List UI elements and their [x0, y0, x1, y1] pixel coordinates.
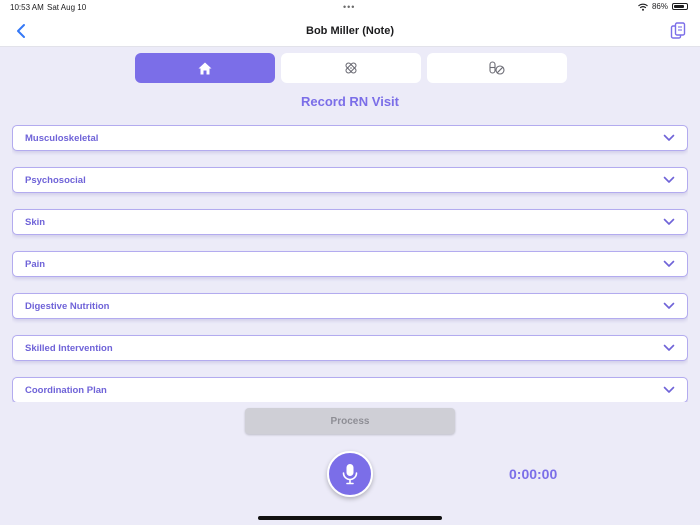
- status-indicators: 86%: [638, 2, 688, 11]
- section-psychosocial[interactable]: Psychosocial: [12, 167, 688, 193]
- process-button[interactable]: Process: [245, 408, 455, 434]
- chevron-down-icon: [663, 176, 675, 183]
- chevron-down-icon: [663, 134, 675, 141]
- section-label: Skilled Intervention: [25, 342, 113, 354]
- section-coordination-plan[interactable]: Coordination Plan: [12, 377, 688, 402]
- nav-title: Bob Miller (Note): [306, 25, 394, 37]
- section-label: Psychosocial: [25, 174, 86, 186]
- section-pain[interactable]: Pain: [12, 251, 688, 277]
- section-musculoskeletal[interactable]: Musculoskeletal: [12, 125, 688, 151]
- nav-bar: Bob Miller (Note): [0, 16, 700, 47]
- bandage-icon: [345, 62, 357, 74]
- chevron-down-icon: [663, 260, 675, 267]
- recording-timer: 0:00:00: [509, 466, 558, 482]
- clipboard-copy-icon[interactable]: [670, 22, 686, 40]
- chevron-down-icon: [663, 218, 675, 225]
- pills-icon: [489, 61, 505, 75]
- section-digestive-nutrition[interactable]: Digestive Nutrition: [12, 293, 688, 319]
- segment-tabs: [135, 53, 567, 83]
- battery-fill: [674, 5, 684, 8]
- record-button[interactable]: [327, 451, 373, 497]
- multitasking-dots[interactable]: •••: [343, 2, 355, 12]
- section-label: Skin: [25, 216, 46, 228]
- tab-wound[interactable]: [281, 53, 421, 83]
- home-icon: [198, 62, 212, 74]
- section-skin[interactable]: Skin: [12, 209, 688, 235]
- section-skilled-intervention[interactable]: Skilled Intervention: [12, 335, 688, 361]
- section-list[interactable]: Musculoskeletal Psychosocial Skin Pain D…: [12, 125, 688, 402]
- status-bar: 10:53 AM Sat Aug 10 ••• 86%: [0, 0, 700, 16]
- section-label: Musculoskeletal: [25, 132, 99, 144]
- chevron-down-icon: [663, 386, 675, 393]
- status-date: Sat Aug 10: [47, 3, 87, 12]
- home-indicator[interactable]: [258, 516, 442, 520]
- chevron-down-icon: [663, 302, 675, 309]
- section-label: Digestive Nutrition: [25, 300, 110, 312]
- tab-medications[interactable]: [427, 53, 567, 83]
- microphone-icon: [342, 464, 358, 485]
- battery-icon: [672, 3, 688, 10]
- battery-percent: 86%: [651, 2, 668, 11]
- section-label: Coordination Plan: [25, 384, 107, 396]
- section-label: Pain: [25, 258, 46, 270]
- wifi-icon: [638, 3, 648, 11]
- chevron-down-icon: [663, 344, 675, 351]
- page-title: Record RN Visit: [300, 94, 399, 109]
- status-time: 10:53 AM: [10, 3, 44, 12]
- tab-home[interactable]: [135, 53, 275, 83]
